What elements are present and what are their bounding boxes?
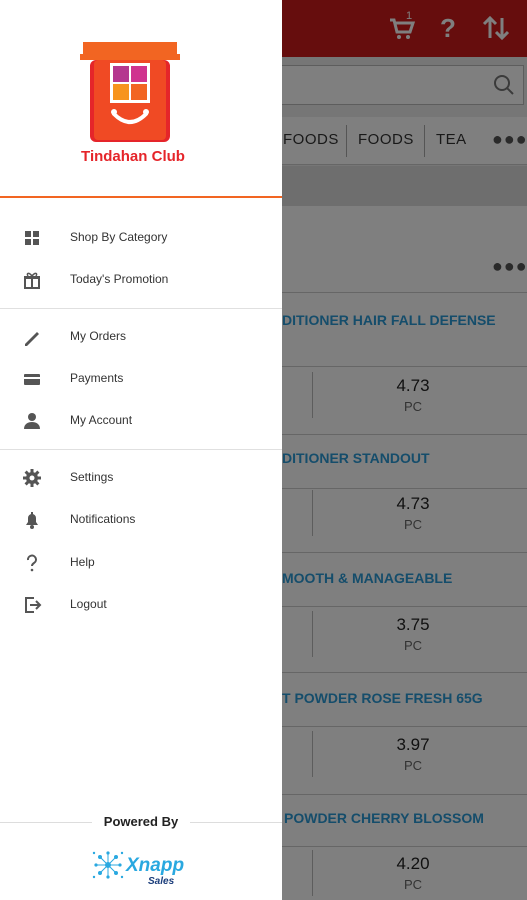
xnapp-logo-subtext: Sales xyxy=(148,876,175,887)
gift-icon xyxy=(24,272,40,289)
menu-item-payments[interactable]: Payments xyxy=(0,358,282,400)
person-icon xyxy=(24,413,40,429)
menu-item-my-orders[interactable]: My Orders xyxy=(0,316,282,358)
menu-item-todays-promotion[interactable]: Today's Promotion xyxy=(0,259,282,301)
menu-divider xyxy=(0,308,282,309)
gear-icon xyxy=(23,469,41,487)
xnapp-sales-logo: Xnapp Sales xyxy=(88,843,198,891)
logout-icon xyxy=(25,597,42,613)
brand-name: Tindahan Club xyxy=(81,148,185,165)
credit-card-icon xyxy=(24,374,40,385)
menu-item-my-account[interactable]: My Account xyxy=(0,400,282,442)
pencil-icon xyxy=(25,332,39,346)
menu-divider xyxy=(0,449,282,450)
menu-item-label: Help xyxy=(70,555,95,569)
header-divider xyxy=(0,196,282,198)
menu-item-logout[interactable]: Logout xyxy=(0,584,282,626)
menu-item-label: Today's Promotion xyxy=(70,272,169,286)
menu-item-help[interactable]: Help xyxy=(0,542,282,584)
menu-item-notifications[interactable]: Notifications xyxy=(0,499,282,541)
xnapp-logo-text: Xnapp xyxy=(126,855,185,876)
menu-item-label: Notifications xyxy=(70,512,136,526)
bell-icon xyxy=(26,512,38,529)
menu-item-label: Payments xyxy=(70,371,124,385)
menu-item-settings[interactable]: Settings xyxy=(0,457,282,499)
menu-item-shop-by-category[interactable]: Shop By Category xyxy=(0,217,282,259)
grid-icon xyxy=(25,231,39,245)
menu-item-label: My Account xyxy=(70,413,133,427)
powered-by-label: Powered By xyxy=(103,814,179,829)
menu-item-label: Logout xyxy=(70,597,107,611)
menu-item-label: Settings xyxy=(70,470,114,484)
menu-item-label: Shop By Category xyxy=(70,230,168,244)
navigation-drawer: Tindahan Club Shop By Category Today's P… xyxy=(0,0,282,900)
tindahan-club-logo xyxy=(80,40,180,150)
menu-item-label: My Orders xyxy=(70,329,127,343)
question-icon xyxy=(27,554,37,572)
